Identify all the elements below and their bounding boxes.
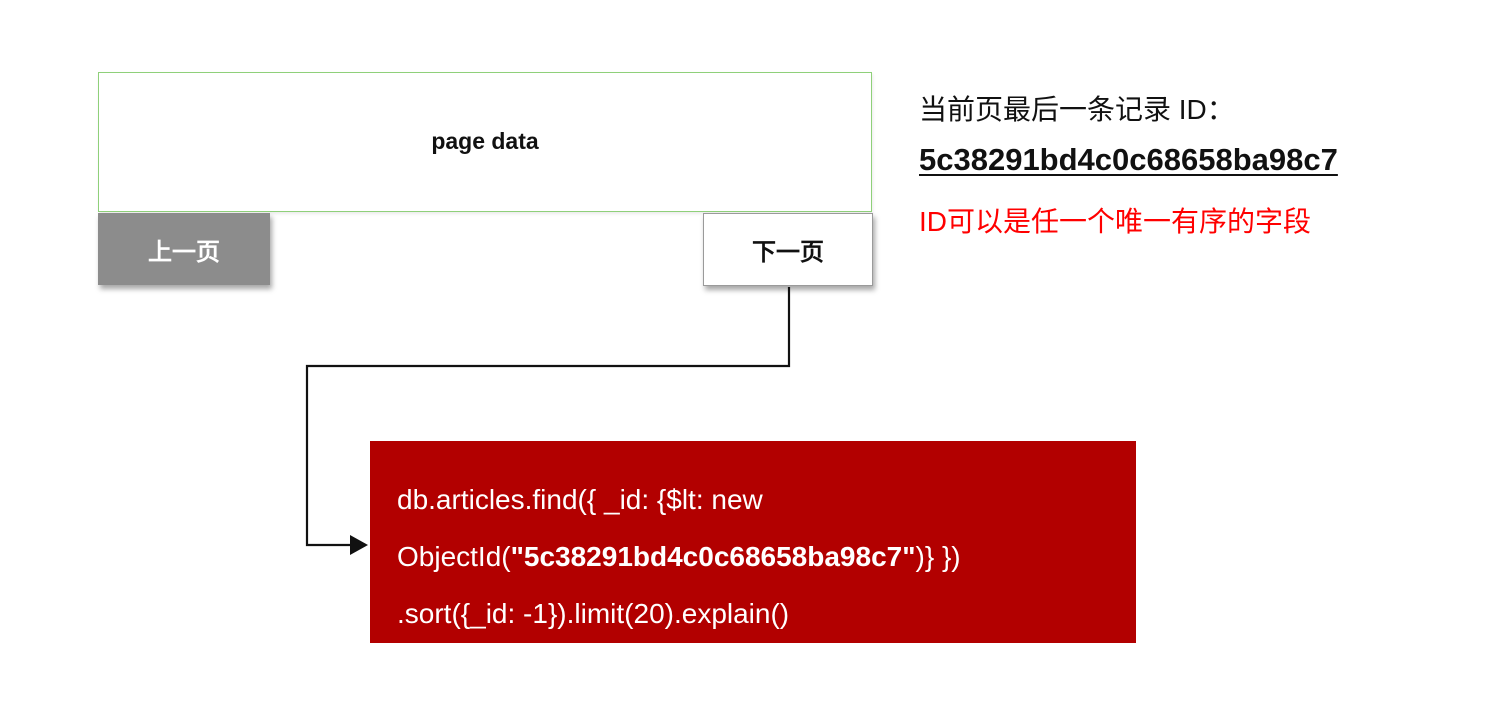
last-record-id-value: 5c38291bd4c0c68658ba98c7 [919, 142, 1338, 177]
page-data-box: page data [98, 72, 872, 212]
last-record-id-title: 当前页最后一条记录 ID： [919, 94, 1235, 125]
page-data-label: page data [431, 127, 539, 154]
query-quote-close: " [902, 541, 916, 572]
query-objectid-value: 5c38291bd4c0c68658ba98c7 [523, 541, 903, 572]
next-page-button[interactable]: 下一页 [703, 213, 873, 286]
query-objectid-prefix: ObjectId( [397, 541, 511, 572]
id-field-note: ID可以是任一个唯一有序的字段 [919, 206, 1312, 237]
query-line-2: ObjectId("5c38291bd4c0c68658ba98c7")} }) [397, 528, 1136, 585]
query-line-3: .sort({_id: -1}).limit(20).explain() [397, 598, 790, 629]
query-line-1: db.articles.find({ _id: {$lt: new [397, 484, 763, 515]
query-code-box: db.articles.find({ _id: {$lt: new Object… [370, 441, 1136, 643]
connector-arrowhead [350, 535, 368, 555]
query-objectid-suffix: )} }) [915, 541, 961, 572]
prev-page-button[interactable]: 上一页 [98, 213, 270, 285]
query-quote-open: " [510, 541, 524, 572]
